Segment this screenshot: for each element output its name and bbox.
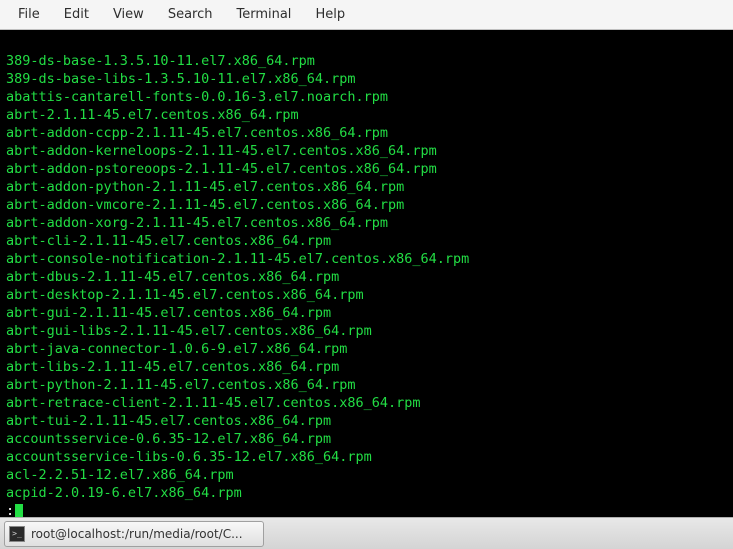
menubar: File Edit View Search Terminal Help	[0, 0, 733, 30]
terminal-output[interactable]: 389-ds-base-1.3.5.10-11.el7.x86_64.rpm38…	[0, 30, 733, 517]
terminal-line: abrt-gui-2.1.11-45.el7.centos.x86_64.rpm	[6, 304, 727, 322]
menu-terminal[interactable]: Terminal	[224, 3, 303, 26]
terminal-line: acpid-2.0.19-6.el7.x86_64.rpm	[6, 484, 727, 502]
menu-edit[interactable]: Edit	[52, 3, 101, 26]
terminal-line: abrt-desktop-2.1.11-45.el7.centos.x86_64…	[6, 286, 727, 304]
terminal-line: abrt-addon-vmcore-2.1.11-45.el7.centos.x…	[6, 196, 727, 214]
terminal-line: abrt-libs-2.1.11-45.el7.centos.x86_64.rp…	[6, 358, 727, 376]
terminal-line: abrt-addon-python-2.1.11-45.el7.centos.x…	[6, 178, 727, 196]
terminal-icon: >_	[9, 526, 25, 542]
terminal-line: abrt-python-2.1.11-45.el7.centos.x86_64.…	[6, 376, 727, 394]
cursor	[15, 504, 23, 517]
menu-search[interactable]: Search	[156, 3, 225, 26]
terminal-line: accountsservice-libs-0.6.35-12.el7.x86_6…	[6, 448, 727, 466]
menu-view[interactable]: View	[101, 3, 156, 26]
menu-file[interactable]: File	[6, 3, 52, 26]
terminal-line: abrt-addon-xorg-2.1.11-45.el7.centos.x86…	[6, 214, 727, 232]
terminal-line: abrt-addon-kerneloops-2.1.11-45.el7.cent…	[6, 142, 727, 160]
terminal-line: abattis-cantarell-fonts-0.0.16-3.el7.noa…	[6, 88, 727, 106]
terminal-line: abrt-console-notification-2.1.11-45.el7.…	[6, 250, 727, 268]
terminal-line: accountsservice-0.6.35-12.el7.x86_64.rpm	[6, 430, 727, 448]
terminal-line: abrt-2.1.11-45.el7.centos.x86_64.rpm	[6, 106, 727, 124]
terminal-line: abrt-cli-2.1.11-45.el7.centos.x86_64.rpm	[6, 232, 727, 250]
terminal-line: abrt-tui-2.1.11-45.el7.centos.x86_64.rpm	[6, 412, 727, 430]
taskbar-window-button[interactable]: >_ root@localhost:/run/media/root/C...	[4, 521, 264, 547]
terminal-line: abrt-retrace-client-2.1.11-45.el7.centos…	[6, 394, 727, 412]
taskbar-window-label: root@localhost:/run/media/root/C...	[31, 527, 243, 541]
terminal-line: 389-ds-base-libs-1.3.5.10-11.el7.x86_64.…	[6, 70, 727, 88]
terminal-line: abrt-addon-ccpp-2.1.11-45.el7.centos.x86…	[6, 124, 727, 142]
terminal-line: abrt-dbus-2.1.11-45.el7.centos.x86_64.rp…	[6, 268, 727, 286]
terminal-line: abrt-addon-pstoreoops-2.1.11-45.el7.cent…	[6, 160, 727, 178]
terminal-line: abrt-gui-libs-2.1.11-45.el7.centos.x86_6…	[6, 322, 727, 340]
taskbar: >_ root@localhost:/run/media/root/C...	[0, 517, 733, 549]
terminal-line: 389-ds-base-1.3.5.10-11.el7.x86_64.rpm	[6, 52, 727, 70]
terminal-line: acl-2.2.51-12.el7.x86_64.rpm	[6, 466, 727, 484]
terminal-line: abrt-java-connector-1.0.6-9.el7.x86_64.r…	[6, 340, 727, 358]
menu-help[interactable]: Help	[303, 3, 357, 26]
pager-prompt: :	[6, 502, 14, 517]
